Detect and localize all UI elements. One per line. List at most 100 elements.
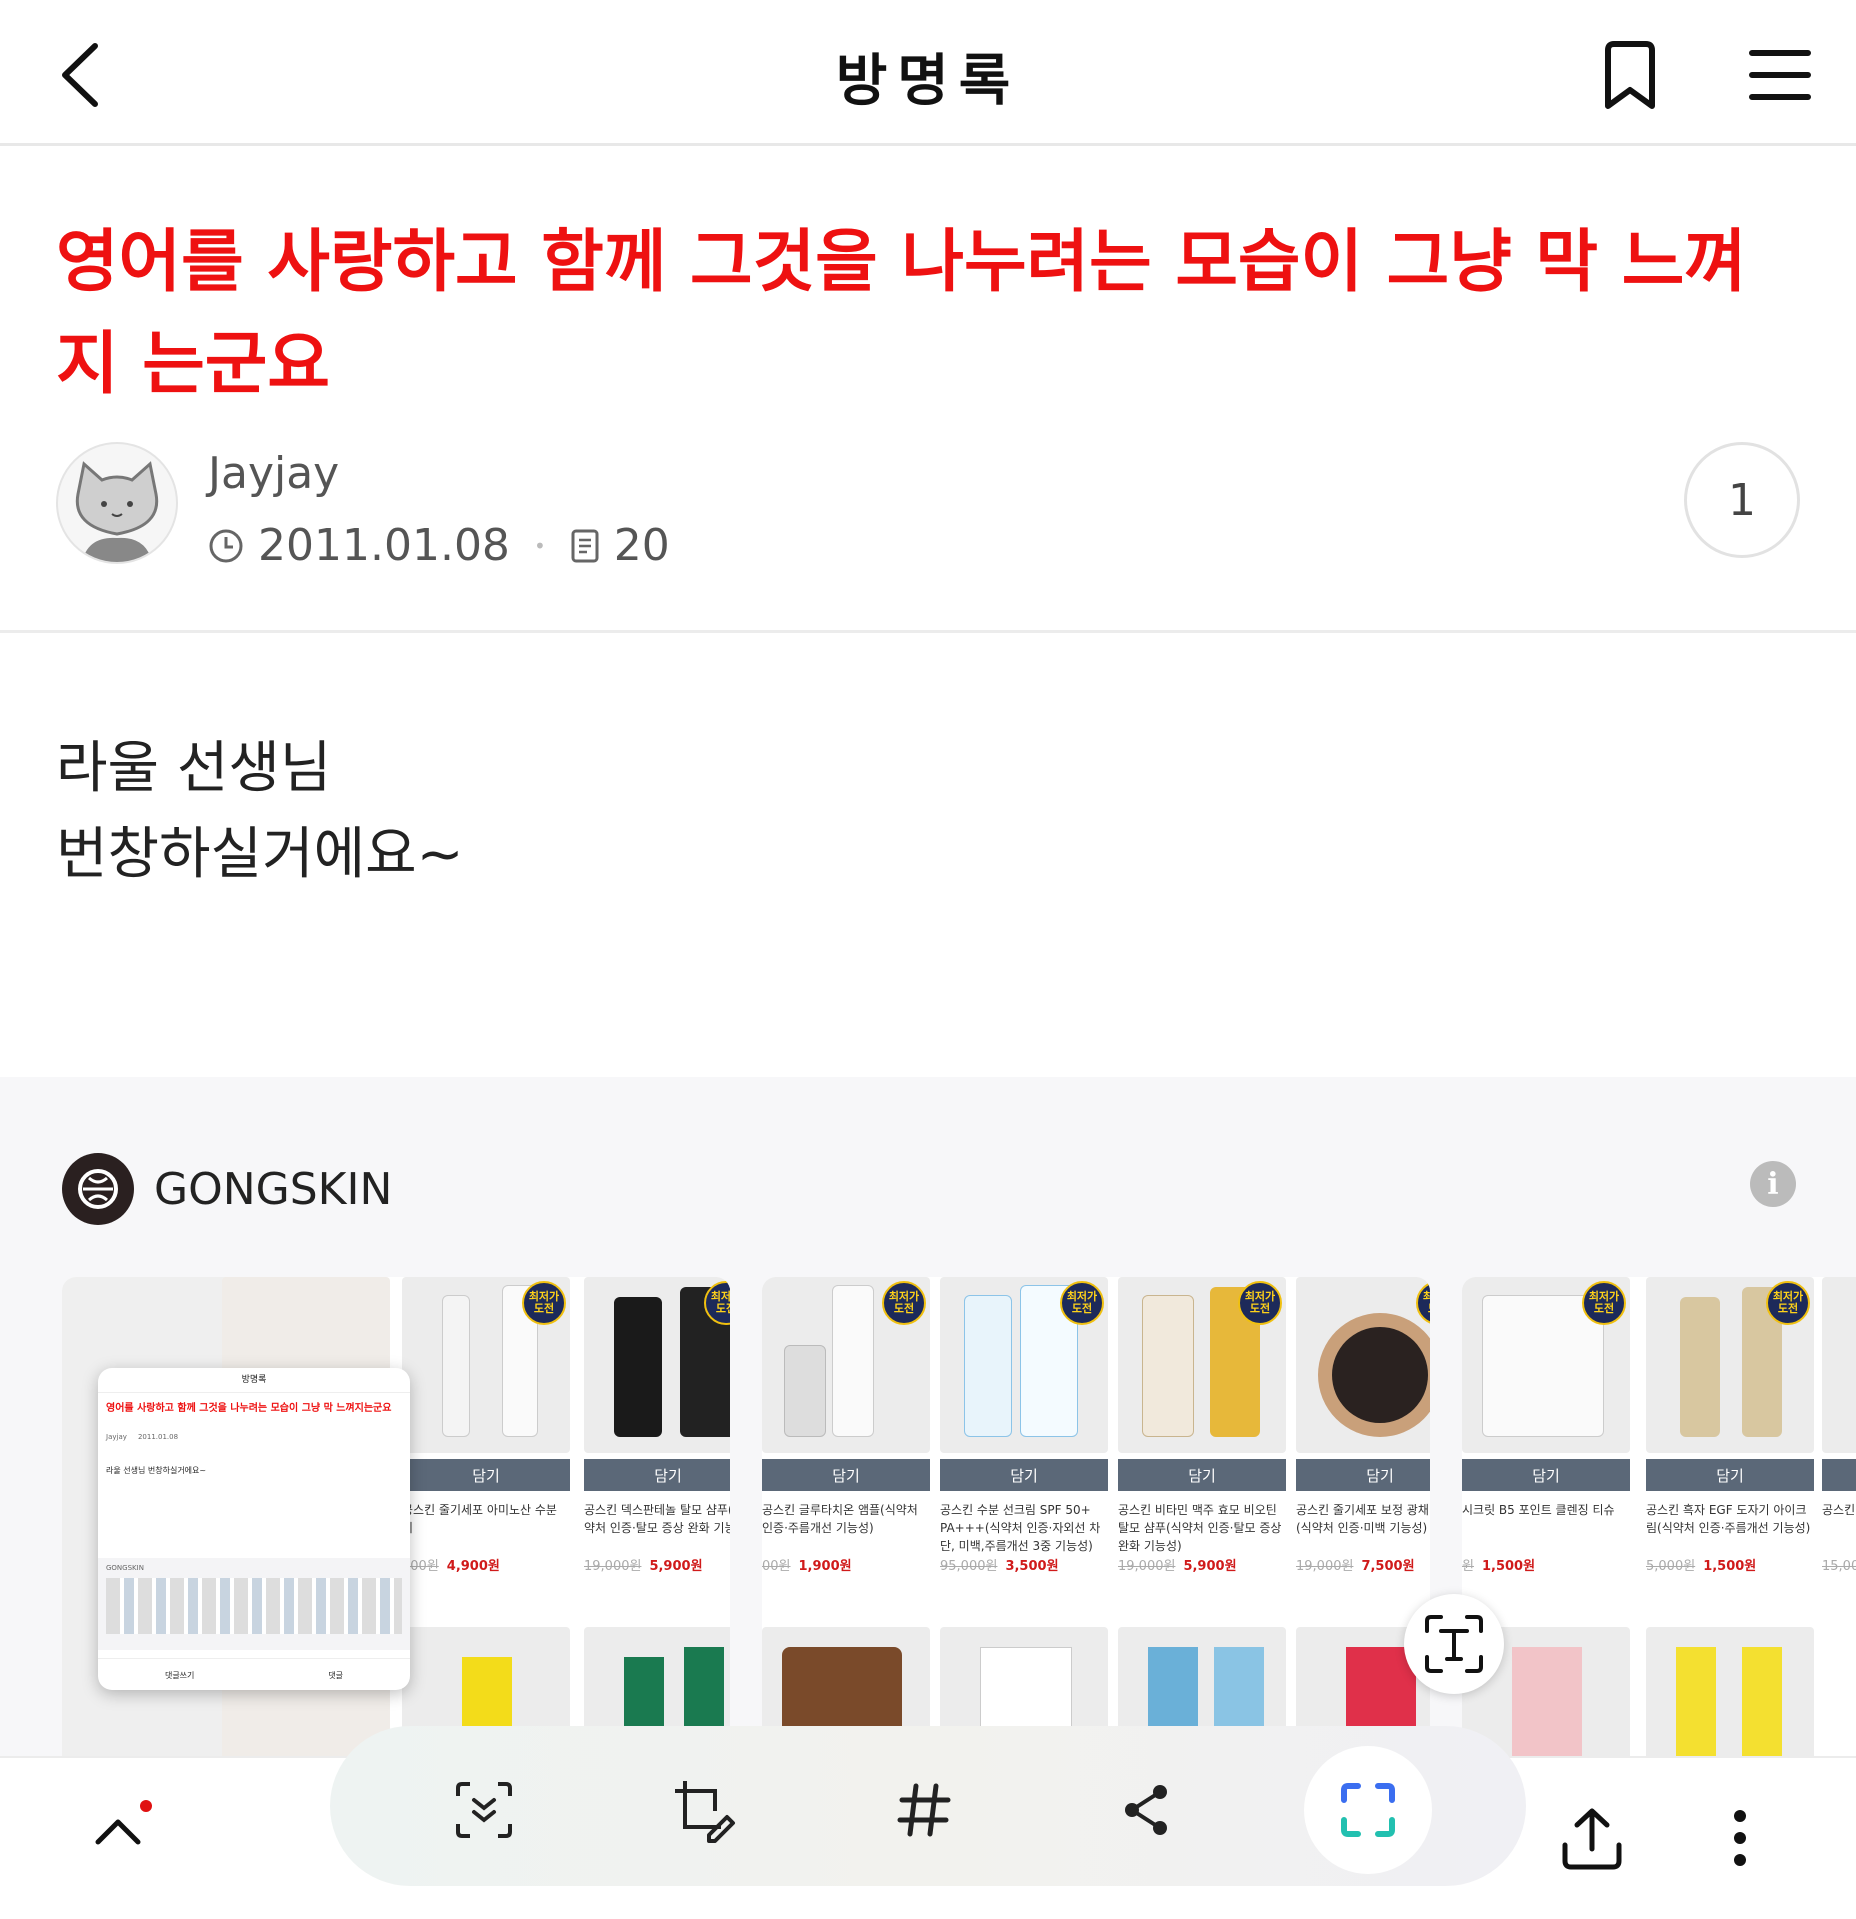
page-title: 방명록 [835,49,1021,114]
post-body: 라울 선생님 번창하실거에요~ [56,726,464,898]
scroll-capture-button[interactable] [436,1762,532,1858]
lowest-price-badge: 최저가 도전 [522,1281,566,1325]
thumbnail-comment: 댓글 [328,1670,344,1680]
add-to-cart-button[interactable] [1822,1459,1856,1491]
product-card[interactable]: 최저가 도전 담기 공스킨 비타민 맥주 효모 비오틴 탈모 샴푸(식약처 인증… [1118,1277,1286,1574]
product-price: 19,000원 7,500원 [1296,1559,1415,1574]
thumbnail-brand: GONGSKIN [106,1564,144,1572]
product-image [1822,1277,1856,1453]
scroll-capture-icon [456,1782,512,1838]
product-price: 00원 1,900원 [762,1559,852,1574]
thumbnail-comment-write: 댓글쓰기 [164,1670,195,1680]
draw-button[interactable] [656,1762,752,1858]
thumbnail-author: Jayjay [106,1433,127,1441]
upload-button[interactable] [1544,1790,1640,1886]
tag-button[interactable] [876,1762,972,1858]
bookmark-icon [1605,41,1655,109]
more-vertical-icon [1734,1810,1746,1866]
product-name: 공스킨 줄기세포 아미노산 수분 미 [402,1503,557,1535]
lowest-price-badge: 최저가 도전 [1416,1281,1430,1325]
product-card[interactable]: 최저가 도전 담기 공스킨 글루타치온 앰플(식약처 인증·주름개선 기능성) … [762,1277,930,1574]
lowest-price-badge: 최저가 도전 [1766,1281,1810,1325]
product-image: 최저가 도전 [940,1277,1108,1453]
product-price: 000원 4,900원 [402,1559,500,1574]
comment-count-button[interactable]: 1 [1684,442,1800,558]
post-body-line: 번창하실거에요~ [56,822,464,887]
product-card[interactable]: 최저가 도전 담기 시크릿 B5 포인트 클렌징 티슈 원 1,500원 [1462,1277,1630,1574]
product-image: 최저가 도전 [1646,1277,1814,1453]
menu-button[interactable] [1740,40,1820,110]
thumbnail-body: 라울 선생님 번창하실거에요~ [106,1466,207,1475]
product-group[interactable]: 최저가 도전 담기 공스킨 글루타치온 앰플(식약처 인증·주름개선 기능성) … [762,1277,1430,1787]
add-to-cart-button[interactable]: 담기 [402,1459,570,1491]
add-to-cart-button[interactable]: 담기 [1646,1459,1814,1491]
product-card[interactable]: 최저가 도전 담기 공스킨 흑자 EGF 도자기 아이크림(식약처 인증·주름개… [1646,1277,1814,1574]
product-price: 19,000원 5,900원 [1118,1559,1237,1574]
add-to-cart-button[interactable]: 담기 [584,1459,730,1491]
avatar[interactable] [56,442,178,564]
product-name: 공스킨 수분 선크림 SPF 50+ PA+++(식약처 인증·자외선 차단, … [940,1503,1101,1553]
bookmark-button[interactable] [1592,36,1668,116]
product-price: 95,000원 3,500원 [940,1559,1059,1574]
add-to-cart-button[interactable]: 담기 [1118,1459,1286,1491]
collapse-button[interactable] [72,1780,168,1876]
lowest-price-badge: 최저가 도전 [1238,1281,1282,1325]
smart-select-icon [1341,1783,1395,1837]
divider [0,630,1856,633]
product-price: 15,000원 [1822,1559,1856,1574]
document-icon [571,529,599,562]
product-card[interactable]: 최저가 도전 담기 공스킨 수분 선크림 SPF 50+ PA+++(식약처 인… [940,1277,1108,1574]
product-card[interactable]: 최저가 도전 담기 공스킨 덱스판테놀 탈모 샴푸(식약처 인증·탈모 증상 완… [584,1277,730,1574]
ad-header[interactable]: GONGSKIN [62,1153,392,1225]
screenshot-thumbnail[interactable]: 방명록 영어를 사랑하고 함께 그것을 나누려는 모습이 그냥 막 느껴지는군요… [98,1368,410,1690]
gongskin-logo-icon [62,1153,134,1225]
thumbnail-bottom-bar: 댓글쓰기 댓글 [98,1658,410,1690]
share-icon [1125,1785,1167,1835]
thumbnail-title: 방명록 [241,1375,267,1385]
author-name[interactable]: Jayjay [208,448,339,499]
product-image: 최저가 도전 [1462,1277,1630,1453]
product-card[interactable]: 최저가 도전 담기 공스킨 줄기세포 아미노산 수분 미 000원4,900원 [402,1277,570,1574]
product-name: 공스킨 글루타치온 앰플(식약처 인증·주름개선 기능성) [762,1503,918,1535]
lowest-price-badge: 최저가 도전 [1060,1281,1104,1325]
product-name: 공스킨 덱스판테놀 탈모 샴푸(식약처 인증·탈모 증상 완화 기능성) [584,1503,730,1535]
product-image: 최저가 도전 [1118,1277,1286,1453]
add-to-cart-button[interactable]: 담기 [1296,1459,1430,1491]
smart-select-button[interactable] [1304,1746,1432,1874]
info-icon[interactable]: i [1750,1161,1796,1207]
hashtag-icon [897,1783,951,1837]
product-name: 공스킨 줄기세포 보정 광채 쿠션(식약처 인증·미백 기능성) [1296,1503,1430,1535]
post-date: 2011.01.08 [258,520,510,571]
product-image: 최저가 도전 [584,1277,730,1453]
product-card[interactable]: 최저가 도전 담기 공스킨 줄기세포 보정 광채 쿠션(식약처 인증·미백 기능… [1296,1277,1430,1574]
share-button[interactable] [1098,1762,1194,1858]
extract-text-button[interactable] [1404,1594,1504,1694]
cat-avatar-icon [75,461,159,562]
thumbnail-post-title: 영어를 사랑하고 함께 그것을 나누려는 모습이 그냥 막 느껴지는군요 [106,1403,392,1414]
product-card[interactable]: 공스킨 마카 15,000원 [1822,1277,1856,1574]
product-price: 19,000원 5,900원 [584,1559,703,1574]
product-price: 원 1,500원 [1462,1559,1536,1574]
product-price: 5,000원 1,500원 [1646,1559,1757,1574]
lowest-price-badge: 최저가 도전 [882,1281,926,1325]
thumbnail-meta: Jayjay 2011.01.08 [98,1416,410,1443]
add-to-cart-button[interactable]: 담기 [940,1459,1108,1491]
chevron-up-icon [95,1800,152,1845]
thumbnail-top-bar: 방명록 [98,1368,410,1393]
text-scan-icon [1425,1615,1483,1673]
thumbnail-ad: GONGSKIN [98,1558,410,1650]
product-image: 최저가 도전 [1296,1277,1430,1453]
clock-icon [209,529,243,562]
product-image: 최저가 도전 [762,1277,930,1453]
meta-separator: • [533,533,546,558]
more-options-button[interactable] [1692,1790,1788,1886]
thumbnail-date: 2011.01.08 [137,1433,179,1441]
hamburger-menu-icon [1749,50,1811,100]
add-to-cart-button[interactable]: 담기 [1462,1459,1630,1491]
author-row: Jayjay 2011.01.08 • 20 1 [56,442,1800,571]
post-body-line: 라울 선생님 [56,736,332,801]
add-to-cart-button[interactable]: 담기 [762,1459,930,1491]
top-bar: 방명록 [0,0,1856,146]
post-meta: 2011.01.08 • 20 [208,520,670,571]
product-group[interactable]: 최저가 도전 담기 시크릿 B5 포인트 클렌징 티슈 원 1,500원 최저가 … [1462,1277,1856,1787]
